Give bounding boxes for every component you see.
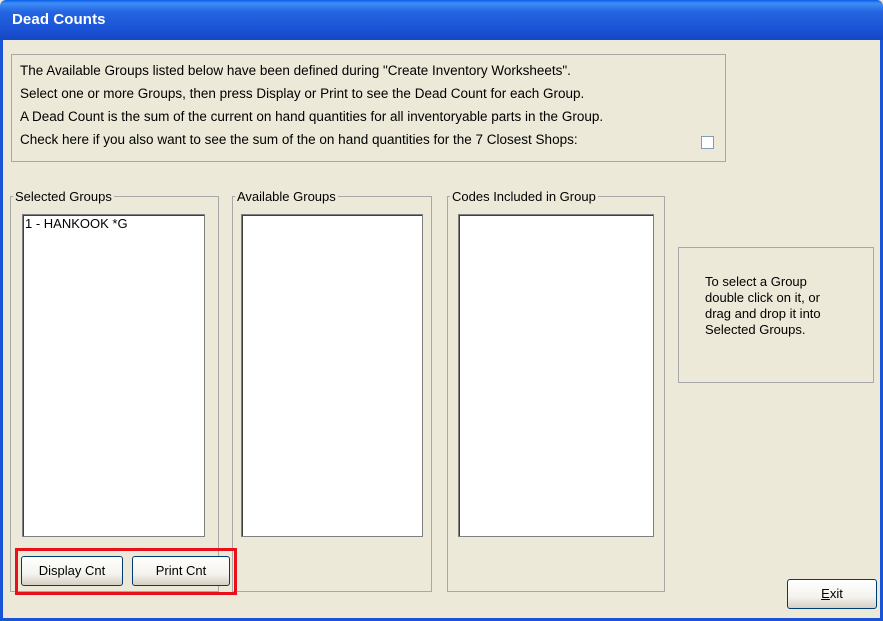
exit-label-rest: xit [829, 586, 843, 601]
instruction-line-3: A Dead Count is the sum of the current o… [20, 109, 604, 124]
window-title: Dead Counts [12, 11, 106, 28]
codes-in-group-label: Codes Included in Group [452, 189, 596, 204]
codes-in-group-list[interactable] [458, 214, 654, 537]
closest-shops-label: Check here if you also want to see the s… [20, 132, 578, 147]
instruction-line-1: The Available Groups listed below have b… [20, 63, 571, 78]
title-bar: Dead Counts [0, 0, 883, 40]
selected-groups-label: Selected Groups [15, 189, 112, 204]
instruction-line-2: Select one or more Groups, then press Di… [20, 86, 585, 101]
instructions-box: The Available Groups listed below have b… [11, 54, 726, 162]
hint-box: To select a Group double click on it, or… [678, 247, 874, 383]
exit-button[interactable]: Exit [787, 579, 877, 609]
list-item[interactable]: 1 - HANKOOK *G [23, 215, 204, 232]
selected-groups-list[interactable]: 1 - HANKOOK *G [22, 214, 205, 537]
closest-shops-checkbox[interactable] [701, 136, 714, 149]
available-groups-list[interactable] [241, 214, 423, 537]
highlight-annotation [15, 548, 237, 595]
hint-text: To select a Group double click on it, or… [705, 274, 821, 337]
available-groups-label: Available Groups [237, 189, 336, 204]
exit-mnemonic: E [821, 586, 830, 601]
